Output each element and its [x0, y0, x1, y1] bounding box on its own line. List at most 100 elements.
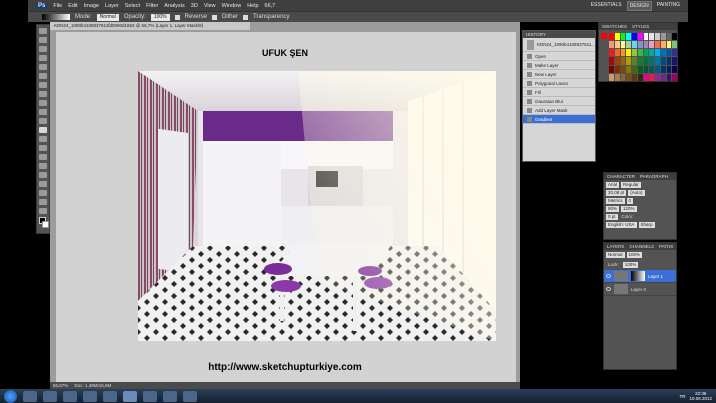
opacity-input[interactable]: 100% [150, 13, 170, 21]
color-swatch[interactable] [672, 57, 677, 65]
color-swatch[interactable] [655, 73, 660, 81]
color-swatch[interactable] [632, 65, 637, 73]
color-chips[interactable] [37, 217, 49, 233]
language-select[interactable]: English: USA [606, 222, 637, 228]
layer-row[interactable]: Layer 0 [604, 283, 676, 296]
vertical-scale-input[interactable]: 90% [606, 206, 620, 212]
zoom-tool-icon[interactable] [39, 208, 47, 214]
chrome-icon[interactable] [83, 390, 97, 402]
layer-fill-input[interactable]: 100% [622, 262, 639, 268]
color-swatch[interactable] [666, 49, 672, 57]
color-swatch[interactable] [609, 73, 614, 81]
language-indicator[interactable]: TR [679, 394, 685, 399]
color-swatch[interactable] [672, 65, 677, 73]
color-swatch[interactable] [666, 65, 672, 73]
layer-opacity-input[interactable]: 100% [626, 252, 643, 258]
color-swatch[interactable] [609, 49, 614, 57]
mode-select[interactable]: Normal [96, 13, 119, 21]
color-swatch[interactable] [660, 65, 666, 73]
tab-paths[interactable]: PATHS [659, 243, 673, 250]
color-swatch[interactable] [643, 49, 649, 57]
font-size-input[interactable]: 20,08 pt [606, 190, 627, 196]
color-swatch[interactable] [637, 33, 643, 41]
color-swatch[interactable] [643, 65, 649, 73]
dither-checkbox[interactable] [211, 14, 217, 20]
eye-icon[interactable] [606, 274, 611, 278]
menu-view[interactable]: View [204, 3, 216, 9]
type-tool-icon[interactable] [39, 163, 47, 169]
color-swatch[interactable] [672, 41, 677, 49]
color-swatch[interactable] [632, 57, 637, 65]
document-tab[interactable]: KDN24_1090b4108837611fd0090d1653 @ 66,7%… [50, 22, 250, 30]
color-swatch[interactable] [609, 57, 614, 65]
color-swatch[interactable] [655, 41, 660, 49]
marquee-tool-icon[interactable] [39, 37, 47, 43]
layer-mask-thumbnail[interactable] [631, 271, 645, 281]
history-item[interactable]: New Layer [523, 70, 595, 79]
workspace-design[interactable]: DESIGN [626, 1, 652, 11]
color-swatch[interactable] [632, 33, 637, 41]
status-zoom[interactable]: 66,67% [53, 383, 68, 388]
eraser-tool-icon[interactable] [39, 118, 47, 124]
font-style-select[interactable]: Regular [621, 182, 641, 188]
color-swatch[interactable] [620, 73, 626, 81]
pen-tool-icon[interactable] [39, 154, 47, 160]
color-swatch[interactable] [637, 49, 643, 57]
color-swatch[interactable] [666, 33, 672, 41]
color-swatch[interactable] [609, 65, 614, 73]
color-swatch[interactable] [626, 65, 631, 73]
color-swatch[interactable] [666, 57, 672, 65]
horizontal-scale-input[interactable]: 120% [621, 206, 637, 212]
color-swatch[interactable] [643, 57, 649, 65]
color-swatch[interactable] [672, 73, 677, 81]
crop-tool-icon[interactable] [39, 64, 47, 70]
kerning-input[interactable]: Metrics [606, 198, 625, 204]
history-item[interactable]: Fill [523, 88, 595, 97]
hand-tool-icon[interactable] [39, 199, 47, 205]
fg-swatch[interactable] [601, 33, 607, 39]
3d-rotate-tool-icon[interactable] [39, 190, 47, 196]
firefox-icon[interactable] [43, 390, 57, 402]
color-swatch[interactable] [643, 41, 649, 49]
transparency-checkbox[interactable] [242, 14, 248, 20]
color-swatch[interactable] [649, 41, 654, 49]
path-select-tool-icon[interactable] [39, 172, 47, 178]
color-swatch[interactable] [614, 57, 620, 65]
baseline-input[interactable]: 0 pt [606, 214, 618, 220]
color-swatch[interactable] [637, 57, 643, 65]
color-swatch[interactable] [660, 57, 666, 65]
color-swatch[interactable] [609, 33, 614, 41]
workspace-painting[interactable]: PAINTING [655, 1, 682, 11]
color-swatch[interactable] [626, 33, 631, 41]
reverse-checkbox[interactable] [174, 14, 180, 20]
skype-icon[interactable] [103, 390, 117, 402]
color-swatch[interactable] [655, 57, 660, 65]
antialias-select[interactable]: Sharp [638, 222, 655, 228]
menu-edit[interactable]: Edit [68, 3, 77, 9]
gradient-swatch[interactable] [42, 14, 70, 20]
tab-swatches[interactable]: SWATCHES [602, 23, 627, 30]
tracking-input[interactable]: 0 [626, 198, 634, 204]
history-item[interactable]: Open [523, 52, 595, 61]
eyedropper-tool-icon[interactable] [39, 73, 47, 79]
color-swatch[interactable] [655, 33, 660, 41]
color-swatch[interactable] [626, 49, 631, 57]
color-swatch[interactable] [632, 41, 637, 49]
color-swatch[interactable] [672, 49, 677, 57]
history-snapshot[interactable]: KDN24_1090b4108837611... [523, 38, 595, 52]
color-swatch[interactable] [649, 73, 654, 81]
color-swatch[interactable] [620, 65, 626, 73]
font-family-select[interactable]: Arial [606, 182, 620, 188]
blend-mode-select[interactable]: Normal [606, 252, 625, 258]
start-button-icon[interactable] [4, 389, 17, 403]
eye-icon[interactable] [606, 287, 611, 291]
color-swatch[interactable] [660, 73, 666, 81]
background-color[interactable] [42, 221, 49, 228]
history-item[interactable]: Polygonal Lasso [523, 79, 595, 88]
color-swatch[interactable] [620, 41, 626, 49]
color-swatch[interactable] [655, 49, 660, 57]
move-tool-icon[interactable] [39, 28, 47, 34]
color-swatch[interactable] [637, 65, 643, 73]
clock[interactable]: 22:36 10.06.2012 [689, 391, 712, 401]
menu-help[interactable]: Help [247, 3, 258, 9]
